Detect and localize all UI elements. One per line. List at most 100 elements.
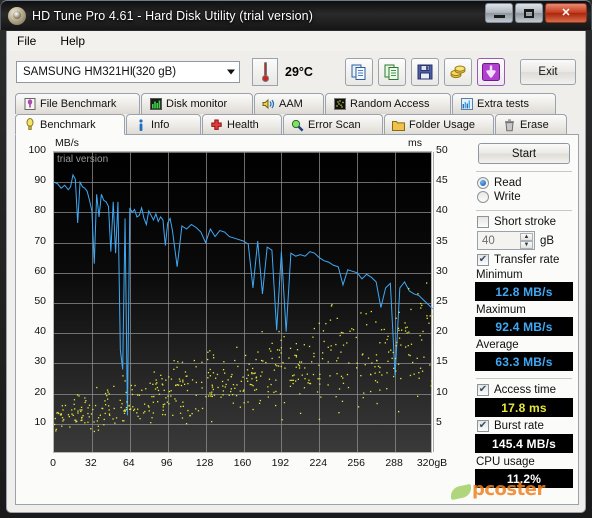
info-icon	[134, 118, 147, 132]
y2-tick-label: 30	[436, 264, 448, 277]
y2-tick-label: 10	[436, 385, 448, 398]
y-axis-label-left: MB/s	[55, 137, 79, 149]
x-tick-label: 320gB	[416, 457, 448, 469]
radio-write-label: Write	[494, 191, 521, 203]
y2-tick-label: 25	[436, 295, 448, 307]
checkbox-short-stroke[interactable]: Short stroke	[477, 216, 574, 228]
access-time-value: 17.8 ms	[501, 400, 547, 415]
radio-read-label: Read	[494, 177, 522, 189]
window-controls: ✕	[485, 3, 587, 23]
tab-label: Health	[227, 119, 259, 131]
y-tick-label: 80	[34, 204, 46, 217]
checkbox-burst-rate[interactable]: Burst rate	[477, 420, 574, 432]
tab-file-benchmark[interactable]: File Benchmark	[15, 93, 140, 114]
divider	[476, 210, 572, 211]
checkbox-access-time[interactable]: Access time	[477, 384, 574, 396]
tab-aam[interactable]: AAM	[254, 93, 324, 114]
tab-label: Error Scan	[308, 119, 361, 131]
disk-monitor-icon	[149, 98, 162, 111]
divider	[476, 171, 572, 172]
copy-button[interactable]	[344, 58, 373, 86]
buy-button[interactable]	[443, 58, 472, 86]
y2-tick-label: 35	[436, 234, 448, 247]
average-label: Average	[476, 339, 519, 351]
erase-icon	[503, 118, 516, 132]
y2-tick-label: 45	[436, 174, 448, 187]
start-button[interactable]: Start	[478, 143, 570, 164]
x-tick-label: 128	[195, 457, 214, 469]
radio-write-icon	[477, 191, 489, 203]
divider	[476, 378, 572, 379]
tab-disk-monitor[interactable]: Disk monitor	[141, 93, 253, 114]
minimum-value: 12.8 MB/s	[495, 284, 553, 299]
close-button[interactable]: ✕	[545, 3, 587, 23]
tab-error-scan[interactable]: Error Scan	[283, 114, 383, 135]
stepper-buttons[interactable]: ▲ ▼	[520, 233, 533, 249]
maximize-button[interactable]	[515, 3, 543, 23]
tab-label: Disk monitor	[166, 98, 228, 110]
transfer-rate-label: Transfer rate	[494, 254, 560, 266]
download-button[interactable]	[476, 58, 505, 86]
drive-select[interactable]: SAMSUNG HM321HI (320 gB)	[16, 61, 240, 83]
exit-button[interactable]: Exit	[520, 59, 576, 85]
y2-tick-label: 50	[436, 144, 448, 156]
coins-icon	[450, 65, 466, 79]
tab-erase[interactable]: Erase	[495, 114, 567, 135]
tab-folder-usage[interactable]: Folder Usage	[384, 114, 494, 135]
download-icon	[481, 63, 500, 81]
chevron-down-icon	[227, 69, 235, 75]
short-stroke-stepper[interactable]: 40 ▲ ▼	[477, 231, 535, 250]
drive-capacity: (320 gB)	[132, 66, 177, 78]
trial-version-overlay: trial version	[57, 154, 109, 165]
temperature-indicator	[252, 58, 278, 86]
close-icon: ✕	[561, 6, 571, 19]
y-tick-label: 50	[34, 295, 46, 307]
tab-label: File Benchmark	[40, 98, 117, 110]
minimize-icon	[493, 14, 505, 18]
tab-label: Info	[151, 119, 170, 131]
tab-info[interactable]: Info	[126, 114, 201, 135]
x-tick-label: 224	[309, 457, 328, 469]
y-tick-label: 100	[28, 144, 46, 156]
y-tick-label: 20	[34, 385, 46, 398]
y-tick-label: 90	[34, 174, 46, 187]
radio-read-icon	[477, 177, 489, 189]
tab-random-access[interactable]: Random Access	[325, 93, 451, 114]
tab-benchmark[interactable]: Benchmark	[15, 114, 125, 135]
menu-file[interactable]: File	[13, 33, 40, 49]
drive-name: SAMSUNG HM321HI	[23, 66, 133, 78]
radio-write[interactable]: Write	[477, 191, 574, 203]
controls-panel: Start Read Write Short stroke 40 ▲ ▼ gB …	[468, 135, 580, 506]
floppy-save-icon	[417, 64, 433, 80]
error-scan-icon	[291, 119, 304, 132]
toolbar-buttons	[344, 58, 505, 86]
x-tick-label: 256	[347, 457, 365, 469]
random-access-icon	[333, 98, 346, 111]
short-stroke-unit: gB	[540, 234, 555, 247]
window-title: HD Tune Pro 4.61 - Hard Disk Utility (tr…	[32, 8, 313, 23]
y-tick-label: 70	[34, 234, 46, 247]
folder-usage-icon	[392, 119, 405, 132]
maximum-value: 92.4 MB/s	[495, 319, 553, 334]
tab-extra-tests[interactable]: Extra tests	[452, 93, 556, 114]
thermometer-icon	[261, 62, 269, 82]
tab-health[interactable]: Health	[202, 114, 282, 135]
save-button[interactable]	[410, 58, 439, 86]
minimize-button[interactable]	[485, 3, 513, 23]
x-tick-label: 32	[85, 457, 97, 469]
client-area: File Help SAMSUNG HM321HI (320 gB) 29°C	[6, 31, 586, 513]
short-stroke-checkbox-icon	[477, 216, 489, 228]
copy-to-sheet-button[interactable]	[377, 58, 406, 86]
menu-help[interactable]: Help	[56, 33, 89, 49]
title-bar: HD Tune Pro 4.61 - Hard Disk Utility (tr…	[0, 0, 592, 30]
tab-label: Erase	[520, 119, 549, 131]
file-benchmark-icon	[23, 98, 36, 111]
y-axis-label-right: ms	[408, 137, 422, 149]
benchmark-panel: MB/s ms trial version 10 20 30 40 50 60 70 80 90…	[15, 134, 579, 505]
checkbox-transfer-rate[interactable]: Transfer rate	[477, 254, 574, 266]
access-time-value-box: 17.8 ms	[475, 398, 573, 417]
radio-read[interactable]: Read	[477, 177, 574, 189]
y2-tick-label: 5	[436, 415, 442, 428]
short-stroke-value: 40	[482, 234, 495, 247]
menu-bar: File Help	[7, 31, 585, 51]
